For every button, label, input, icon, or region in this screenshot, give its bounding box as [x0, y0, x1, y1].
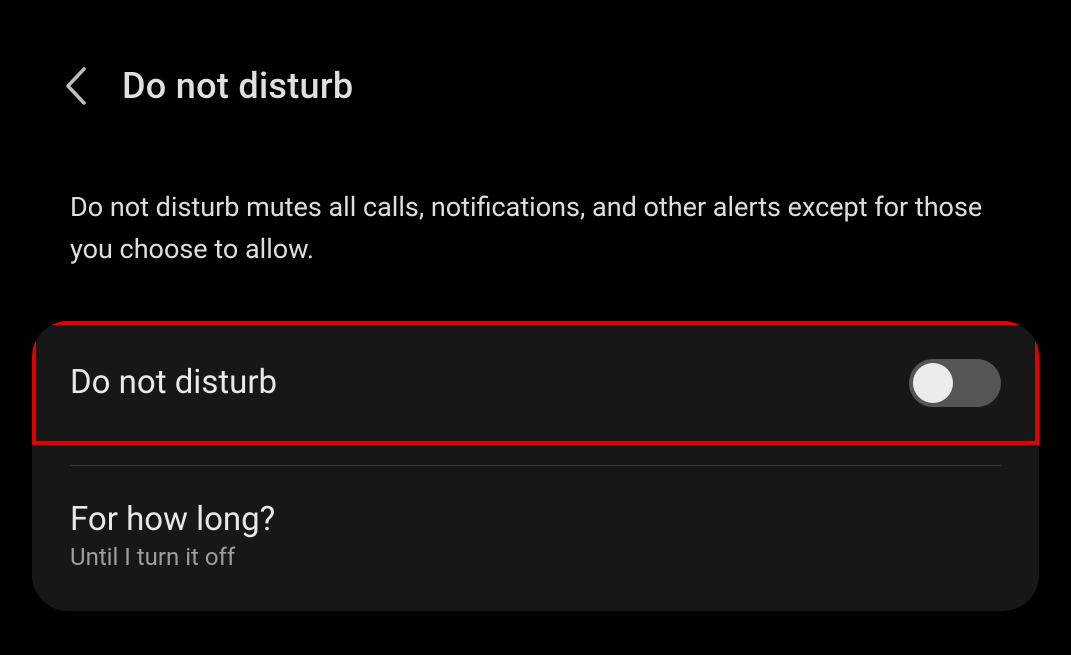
dnd-toggle-switch[interactable]	[909, 359, 1001, 407]
dnd-toggle-label: Do not disturb	[70, 363, 277, 402]
dnd-description: Do not disturb mutes all calls, notifica…	[0, 137, 1071, 321]
toggle-knob	[913, 363, 953, 403]
duration-value: Until I turn it off	[70, 543, 1001, 571]
dnd-toggle-row[interactable]: Do not disturb	[32, 321, 1039, 445]
duration-row[interactable]: For how long? Until I turn it off	[32, 486, 1039, 611]
page-title: Do not disturb	[122, 65, 353, 107]
header: Do not disturb	[0, 0, 1071, 137]
back-icon[interactable]	[62, 65, 88, 107]
settings-card: Do not disturb For how long? Until I tur…	[32, 321, 1039, 611]
duration-label: For how long?	[70, 500, 1001, 539]
divider	[70, 465, 1001, 466]
